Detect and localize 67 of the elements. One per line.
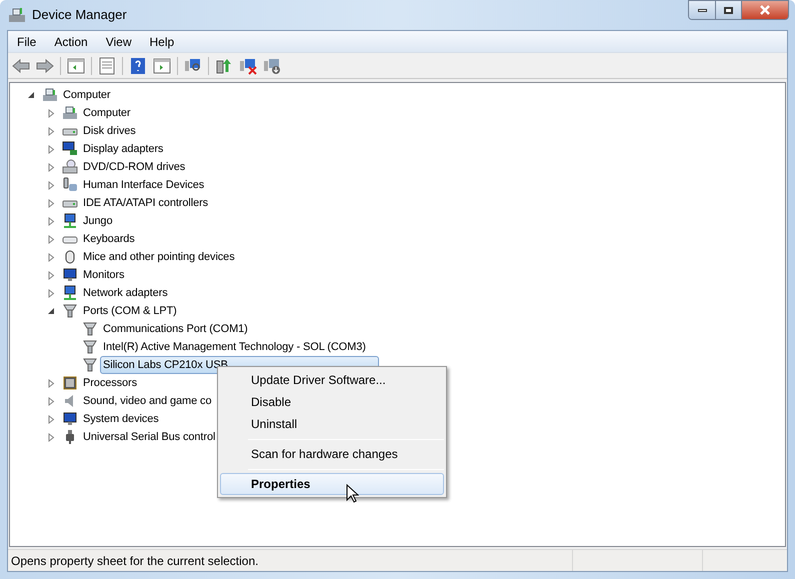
context-menu-item[interactable]: Scan for hardware changes — [220, 443, 444, 465]
close-icon — [759, 5, 771, 15]
expand-arrow-icon[interactable] — [47, 414, 56, 424]
monitor-icon — [62, 141, 78, 157]
tree-item-label[interactable]: Sound, video and game co — [80, 392, 214, 410]
tree-item-label[interactable]: Computer — [80, 104, 134, 122]
menu-bar-item[interactable]: Help — [140, 32, 184, 50]
tree-item-label[interactable]: Monitors — [80, 266, 128, 284]
monitor-icon — [62, 267, 78, 283]
expand-arrow-icon[interactable] — [47, 216, 56, 226]
expand-arrow-icon[interactable] — [47, 270, 56, 280]
port-icon — [82, 321, 98, 337]
tree-item-label[interactable]: Computer — [60, 86, 114, 104]
computer-icon — [62, 105, 78, 121]
disc-drive-icon — [62, 159, 78, 175]
tree-item-label[interactable]: Display adapters — [80, 140, 166, 158]
menu-bar-item[interactable]: Action — [45, 32, 97, 50]
expand-arrow-icon[interactable] — [47, 198, 56, 208]
port-icon — [82, 357, 98, 373]
tree-item-label[interactable]: Disk drives — [80, 122, 139, 140]
expand-arrow-icon[interactable] — [47, 378, 56, 388]
status-text: Opens property sheet for the current selection. — [10, 552, 260, 570]
mouse-pointer-icon — [346, 484, 359, 503]
network-icon — [62, 213, 78, 229]
tree-item-label[interactable]: Mice and other pointing devices — [80, 248, 238, 266]
menu-bar-item[interactable]: File — [8, 32, 46, 50]
expand-arrow-icon[interactable] — [47, 108, 56, 118]
tree-item-label[interactable]: Communications Port (COM1) — [100, 320, 251, 338]
tree-item-label[interactable]: Network adapters — [80, 284, 171, 302]
pane-icon[interactable] — [151, 56, 173, 76]
collapse-arrow-icon[interactable] — [47, 306, 56, 316]
expand-arrow-icon[interactable] — [47, 126, 56, 136]
expand-arrow-icon[interactable] — [47, 252, 56, 262]
tree-item-label[interactable]: Ports (COM & LPT) — [80, 302, 180, 320]
monitor-icon — [62, 411, 78, 427]
menu-bar-item[interactable]: View — [96, 32, 140, 50]
close-button[interactable] — [742, 1, 788, 19]
tree-item-label[interactable]: Processors — [80, 374, 140, 392]
window-title: Device Manager — [32, 6, 127, 24]
tree-item-label[interactable]: Jungo — [80, 212, 116, 230]
device-manager-icon — [8, 7, 26, 23]
tree-item-label[interactable]: Keyboards — [80, 230, 138, 248]
tree-item-label[interactable]: Universal Serial Bus control — [80, 428, 218, 446]
expand-arrow-icon[interactable] — [47, 144, 56, 154]
pane-icon[interactable] — [65, 56, 87, 76]
context-menu-item[interactable]: Uninstall — [220, 413, 444, 435]
tree-item-label[interactable]: Human Interface Devices — [80, 176, 208, 194]
tree-item-label[interactable]: System devices — [80, 410, 162, 428]
chip-icon — [62, 375, 78, 391]
expand-arrow-icon[interactable] — [47, 396, 56, 406]
context-menu-item[interactable]: Disable — [220, 391, 444, 413]
port-icon — [82, 339, 98, 355]
expand-arrow-icon[interactable] — [47, 180, 56, 190]
expand-arrow-icon[interactable] — [47, 432, 56, 442]
port-icon — [62, 303, 78, 319]
tree-item-label[interactable]: IDE ATA/ATAPI controllers — [80, 194, 212, 212]
expand-arrow-icon[interactable] — [47, 162, 56, 172]
maximize-button[interactable] — [716, 1, 742, 19]
tree-item-label[interactable]: Intel(R) Active Management Technology - SOL (COM3) — [100, 338, 369, 356]
computer-icon — [42, 87, 58, 103]
tree-item-label[interactable]: DVD/CD-ROM drives — [80, 158, 188, 176]
expand-arrow-icon[interactable] — [47, 288, 56, 298]
expand-arrow-icon[interactable] — [47, 234, 56, 244]
collapse-arrow-icon[interactable] — [27, 90, 36, 100]
minimize-button[interactable] — [689, 1, 716, 19]
context-menu-item[interactable]: Properties — [220, 473, 444, 495]
network-icon — [62, 285, 78, 301]
